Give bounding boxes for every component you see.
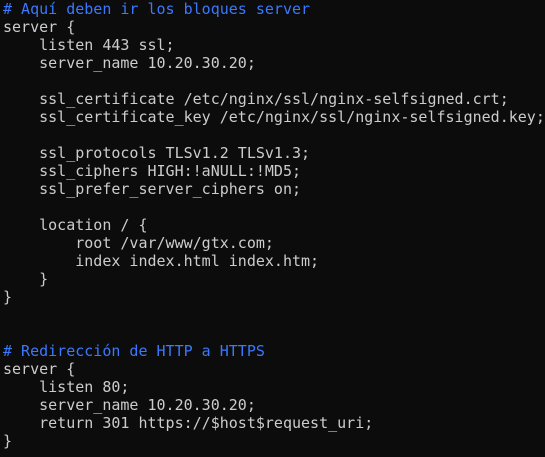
code-line: index index.html index.htm; [3,252,320,270]
code-line: ssl_ciphers HIGH:!aNULL:!MD5; [3,162,302,180]
code-line: root /var/www/gtx.com; [3,234,274,252]
code-line: } [3,432,13,450]
code-line: server { [3,18,76,36]
code-line: location / { [3,216,148,234]
code-line: server { [3,360,76,378]
code-line: } [3,288,13,306]
comment-line: # Aquí deben ir los bloques server [3,0,311,18]
code-line: listen 443 ssl; [3,36,175,54]
code-line: } [3,270,49,288]
code-line: ssl_certificate /etc/nginx/ssl/nginx-sel… [3,90,509,108]
code-line: return 301 https://$host$request_uri; [3,414,374,432]
code-line: ssl_prefer_server_ciphers on; [3,180,302,198]
code-line: server_name 10.20.30.20; [3,54,256,72]
code-line: ssl_protocols TLSv1.2 TLSv1.3; [3,144,311,162]
comment-line: # Redirección de HTTP a HTTPS [3,342,265,360]
code-line: server_name 10.20.30.20; [3,396,256,414]
code-line: listen 80; [3,378,130,396]
code-line: ssl_certificate_key /etc/nginx/ssl/nginx… [3,108,545,126]
terminal-editor[interactable]: # Aquí deben ir los bloques server serve… [0,0,545,457]
